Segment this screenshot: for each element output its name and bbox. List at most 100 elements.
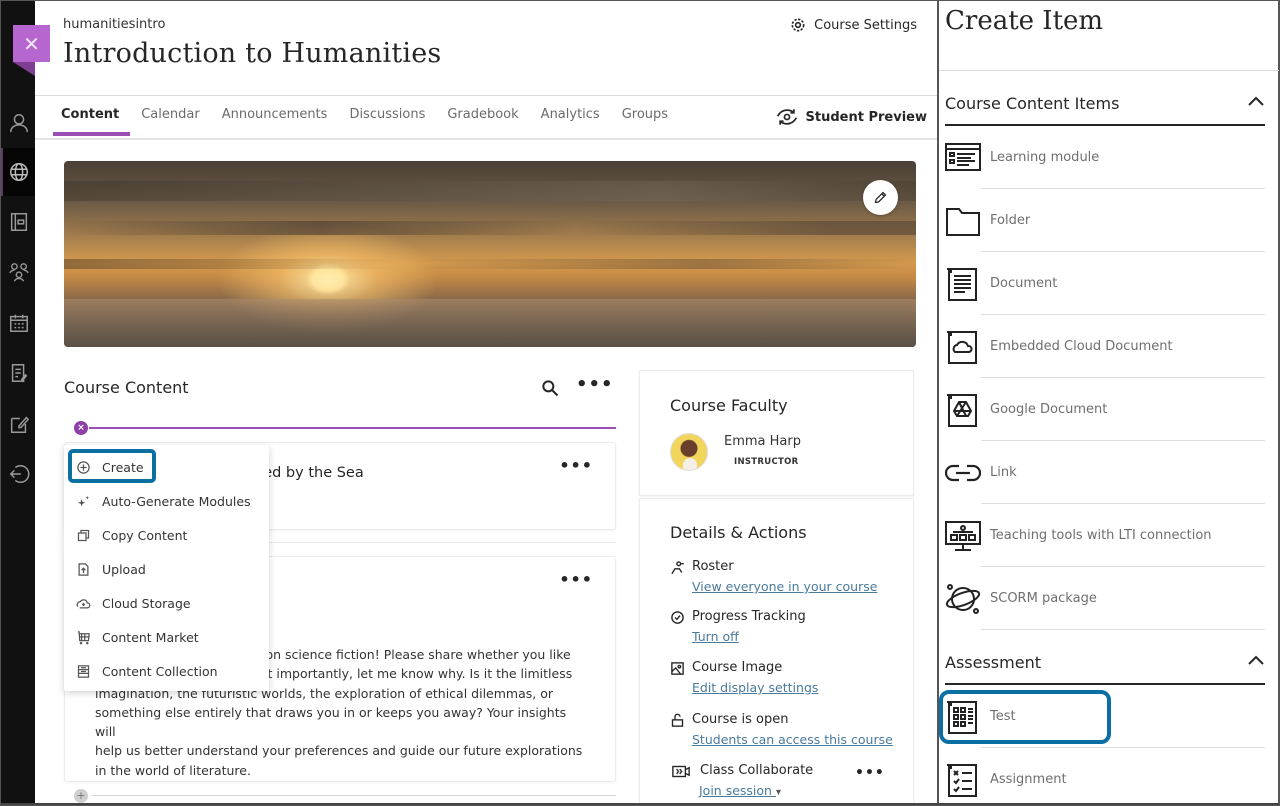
course-content-more-button[interactable]: ••• [576, 376, 614, 394]
course-id: humanitiesintro [63, 17, 166, 32]
create-learning-module[interactable]: Learning module [945, 126, 1265, 189]
menu-item-cloud-storage[interactable]: Cloud Storage [64, 588, 269, 618]
section-course-content-items[interactable]: Course Content Items [945, 86, 1265, 126]
course-faculty-title: Course Faculty [670, 396, 788, 415]
collection-icon [75, 663, 91, 679]
details-actions-card: Details & Actions Roster View everyone i… [639, 498, 914, 806]
create-embedded-cloud-document[interactable]: Embedded Cloud Document [945, 315, 1265, 378]
market-icon [75, 629, 91, 645]
create-google-document[interactable]: Google Document [945, 378, 1265, 441]
tab-content[interactable]: Content [52, 106, 131, 136]
course-image-link[interactable]: Edit display settings [692, 680, 818, 695]
sparkle-icon [75, 493, 91, 509]
description-line: something else entirely that draws you i… [95, 704, 567, 740]
item-label: Document [990, 276, 1058, 291]
menu-item-content-collection[interactable]: Content Collection [64, 656, 269, 686]
nav-item-grades[interactable] [8, 362, 30, 384]
course-settings-button[interactable]: Course Settings [790, 17, 917, 33]
tab-discussions[interactable]: Discussions [338, 106, 436, 136]
content-item-more-button[interactable]: ••• [559, 572, 593, 588]
close-course-button[interactable]: ✕ [13, 25, 50, 62]
section-label: Course Content Items [945, 94, 1120, 113]
add-content-menu: Create Auto-Generate Modules Copy Conten… [64, 445, 269, 691]
item-label: Test [990, 709, 1016, 724]
create-lti-tool[interactable]: Teaching tools with LTI connection [945, 504, 1265, 567]
menu-item-create[interactable]: Create [64, 449, 269, 483]
tab-calendar[interactable]: Calendar [130, 106, 210, 136]
avatar[interactable] [670, 433, 708, 471]
menu-item-label: Create [102, 459, 144, 475]
tab-analytics[interactable]: Analytics [530, 106, 611, 136]
image-icon [670, 661, 685, 676]
student-preview-button[interactable]: Student Preview [775, 107, 927, 127]
menu-item-label: Content Collection [102, 663, 218, 679]
document-icon [945, 266, 981, 302]
faculty-name[interactable]: Emma Harp [724, 434, 801, 449]
close-icon: ✕ [23, 31, 40, 56]
nav-item-groups[interactable] [8, 261, 30, 283]
banner-cloud [64, 181, 916, 201]
item-label: Link [990, 465, 1017, 480]
banner-cloud [64, 299, 916, 347]
tab-groups[interactable]: Groups [611, 106, 679, 136]
create-folder[interactable]: Folder [945, 189, 1265, 252]
nav-active-indicator [0, 148, 3, 196]
course-open-link[interactable]: Students can access this course [692, 732, 893, 747]
tab-announcements[interactable]: Announcements [211, 106, 339, 136]
class-collaborate-more-button[interactable]: ••• [855, 765, 885, 781]
add-content-line [89, 427, 616, 429]
item-label: Learning module [990, 150, 1100, 165]
chevron-up-icon [1248, 96, 1264, 106]
upload-icon [75, 561, 91, 577]
section-assessment[interactable]: Assessment [945, 645, 1265, 685]
nav-item-organizations[interactable] [8, 211, 30, 233]
sign-out-icon [9, 465, 30, 483]
close-add-menu-button[interactable]: × [74, 421, 88, 435]
edit-banner-button[interactable] [863, 180, 898, 215]
create-document[interactable]: Document [945, 252, 1265, 315]
close-tab-fold [13, 62, 35, 76]
menu-item-content-market[interactable]: Content Market [64, 622, 269, 652]
globe-icon [10, 163, 28, 181]
tab-gradebook[interactable]: Gradebook [436, 106, 529, 136]
divider [35, 95, 937, 96]
item-label: Assignment [990, 772, 1067, 787]
progress-tracking-link[interactable]: Turn off [692, 629, 739, 644]
edit-icon [10, 416, 30, 433]
item-label: SCORM package [990, 591, 1097, 606]
create-test[interactable]: Test [939, 685, 1265, 748]
section-label: Assessment [945, 653, 1041, 672]
menu-item-upload[interactable]: Upload [64, 554, 269, 584]
student-preview-label: Student Preview [805, 109, 927, 125]
roster-link[interactable]: View everyone in your course [692, 579, 877, 594]
create-assignment[interactable]: Assignment [945, 748, 1265, 806]
gear-icon [791, 18, 805, 32]
search-icon[interactable] [540, 378, 560, 398]
nav-item-calendar[interactable] [8, 312, 30, 334]
menu-item-auto-generate-modules[interactable]: Auto-Generate Modules [64, 486, 269, 516]
collaborate-icon [670, 764, 692, 779]
banner-cloud [64, 221, 916, 235]
check-circle-icon [670, 610, 685, 625]
create-link[interactable]: Link [944, 441, 1265, 504]
content-item-more-button[interactable]: ••• [559, 458, 593, 474]
course-settings-label: Course Settings [814, 17, 917, 33]
divider [35, 138, 937, 140]
details-actions-title: Details & Actions [670, 523, 807, 542]
create-item-panel: Create Item Course Content Items Learnin… [937, 0, 1280, 806]
join-session-link[interactable]: Join session ▾ [699, 783, 781, 798]
menu-item-copy-content[interactable]: Copy Content [64, 520, 269, 550]
add-content-button[interactable]: + [74, 789, 88, 803]
detail-label: Course is open [692, 712, 789, 727]
nav-item-sign-out[interactable] [8, 463, 30, 485]
panel-title: Create Item [945, 6, 1104, 36]
banner-cloud [64, 259, 916, 269]
nav-item-profile[interactable] [8, 112, 30, 134]
menu-item-label: Cloud Storage [102, 595, 191, 611]
create-scorm-package[interactable]: SCORM package [945, 567, 1265, 630]
nav-item-courses[interactable] [8, 161, 30, 183]
item-label: Teaching tools with LTI connection [990, 528, 1212, 543]
nav-item-tools[interactable] [8, 413, 30, 435]
course-tabs: Content Calendar Announcements Discussio… [52, 106, 679, 136]
menu-item-label: Content Market [102, 629, 199, 645]
